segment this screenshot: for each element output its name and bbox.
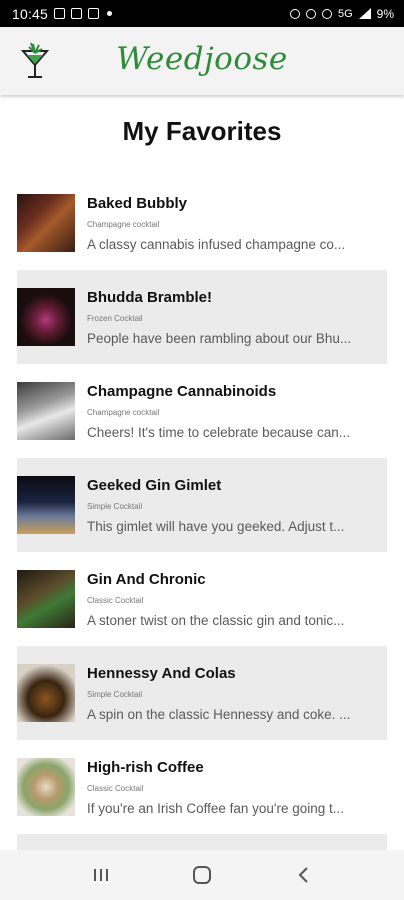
item-title: Hennessy And Colas: [87, 664, 236, 682]
item-info: Geeked Gin Gimlet Simple Cocktail This g…: [87, 477, 377, 534]
drink-thumbnail: [17, 758, 75, 816]
favorite-item-baked-bubbly[interactable]: Baked Bubbly Champagne cocktail A classy…: [17, 176, 387, 270]
drink-thumbnail: [17, 194, 75, 252]
bluetooth-icon: [305, 8, 316, 19]
item-category: Frozen Cocktail: [87, 313, 143, 323]
home-icon: [192, 866, 211, 884]
item-info: Bhudda Bramble! Frozen Cocktail People h…: [87, 289, 377, 346]
item-info: Baked Bubbly Champagne cocktail A classy…: [87, 195, 377, 252]
recents-button[interactable]: [81, 860, 121, 890]
drink-thumbnail: [17, 382, 75, 440]
brand-logo-text: Weedjoose: [116, 41, 288, 77]
signal-icon: [358, 8, 371, 19]
item-category: Classic Cocktail: [87, 595, 144, 605]
favorite-item-champagne-cannabinoids[interactable]: Champagne Cannabinoids Champagne cocktai…: [17, 364, 387, 458]
status-time: 10:45: [12, 5, 49, 22]
favorite-item-bhudda-bramble[interactable]: Bhudda Bramble! Frozen Cocktail People h…: [17, 270, 387, 364]
item-info: Hennessy And Colas Simple Cocktail A spi…: [87, 665, 377, 722]
drink-thumbnail: [17, 570, 75, 628]
battery-level: 9%: [376, 6, 394, 21]
system-nav-bar: [0, 850, 404, 900]
favorite-item-geeked-gin-gimlet[interactable]: Geeked Gin Gimlet Simple Cocktail This g…: [17, 458, 387, 552]
home-button[interactable]: [182, 860, 222, 890]
item-info: High-rish Coffee Classic Cocktail If you…: [87, 759, 377, 816]
item-description: Cheers! It's time to celebrate because c…: [87, 424, 350, 440]
item-title: Geeked Gin Gimlet: [87, 476, 222, 494]
item-description: A stoner twist on the classic gin and to…: [87, 612, 345, 628]
item-title: High-rish Coffee: [87, 758, 204, 776]
more-notifications-icon: [107, 11, 113, 16]
item-category: Simple Cocktail: [87, 501, 143, 511]
item-category: Champagne cocktail: [87, 407, 160, 417]
item-title: Gin And Chronic: [87, 570, 206, 588]
item-title: Bhudda Bramble!: [87, 288, 213, 306]
alarm-icon: [289, 8, 300, 19]
app-bar: Weedjoose: [0, 27, 404, 95]
favorite-item-high-rish-coffee[interactable]: High-rish Coffee Classic Cocktail If you…: [17, 740, 387, 834]
drink-thumbnail: [17, 476, 75, 534]
back-button[interactable]: [283, 860, 323, 890]
item-description: People have been rambling about our Bhu.…: [87, 330, 352, 346]
favorite-item-gin-and-chronic[interactable]: Gin And Chronic Classic Cocktail A stone…: [17, 552, 387, 646]
drink-thumbnail: [17, 288, 75, 346]
favorite-item-hennessy-and-colas[interactable]: Hennessy And Colas Simple Cocktail A spi…: [17, 646, 387, 740]
item-category: Classic Cocktail: [87, 783, 144, 793]
item-info: Champagne Cannabinoids Champagne cocktai…: [87, 383, 377, 440]
instagram-notification-icon-2: [88, 8, 100, 19]
item-description: If you're an Irish Coffee fan you're goi…: [87, 800, 345, 816]
item-description: A spin on the classic Hennessy and coke.…: [87, 706, 351, 722]
drink-thumbnail: [17, 664, 75, 722]
network-type: 5G: [337, 7, 353, 20]
item-title: Champagne Cannabinoids: [87, 382, 277, 400]
mute-icon: [321, 8, 332, 19]
item-title: Baked Bubbly: [87, 194, 188, 212]
recents-icon: [93, 869, 108, 881]
status-right: 5G 9%: [289, 6, 394, 21]
status-bar: 10:45 5G 9%: [0, 0, 404, 27]
page-title: My Favorites: [122, 116, 282, 146]
instagram-notification-icon: [71, 8, 83, 19]
item-category: Simple Cocktail: [87, 689, 143, 699]
item-info: Gin And Chronic Classic Cocktail A stone…: [87, 571, 377, 628]
status-left: 10:45: [12, 5, 113, 22]
favorites-list: Baked Bubbly Champagne cocktail A classy…: [17, 176, 387, 854]
item-description: A classy cannabis infused champagne co..…: [87, 236, 346, 252]
item-description: This gimlet will have you geeked. Adjust…: [87, 518, 345, 534]
item-category: Champagne cocktail: [87, 219, 160, 229]
gallery-notification-icon: [54, 8, 66, 19]
back-icon: [298, 867, 309, 883]
